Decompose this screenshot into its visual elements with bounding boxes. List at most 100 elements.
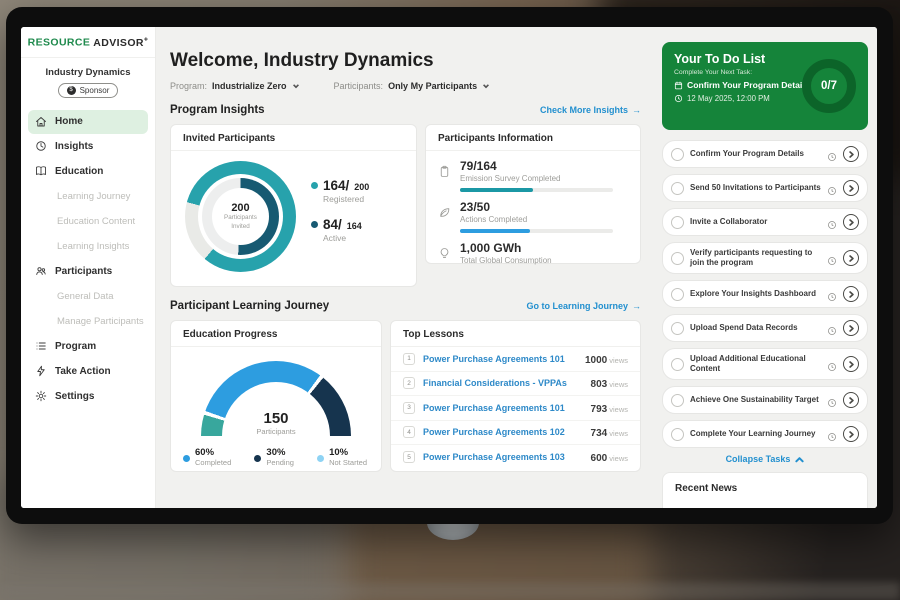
active-legend-item: 84/164 Active bbox=[311, 217, 369, 243]
task-checkbox[interactable] bbox=[671, 428, 684, 441]
sidebar-item-learning-journey[interactable]: Learning Journey bbox=[21, 184, 155, 209]
active-dot bbox=[311, 221, 318, 228]
monitor-screen: RESOURCE ADVISOR+ Industry Dynamics $ Sp… bbox=[21, 27, 877, 508]
emission-survey-row: 79/164 Emission Survey Completed bbox=[426, 151, 640, 192]
arrow-right-icon: → bbox=[632, 105, 641, 115]
top-lessons-title: Top Lessons bbox=[391, 321, 640, 347]
recent-news-title: Recent News bbox=[675, 483, 855, 494]
filters: Program: Industrialize Zero Participants… bbox=[170, 81, 641, 91]
chevron-down-icon bbox=[482, 82, 490, 90]
sidebar-item-home[interactable]: Home bbox=[28, 110, 148, 134]
home-icon bbox=[35, 116, 47, 128]
survey-icon bbox=[438, 165, 451, 178]
task-open-button[interactable] bbox=[843, 180, 859, 196]
check-more-insights-link[interactable]: Check More Insights→ bbox=[540, 105, 641, 115]
lesson-link[interactable]: Financial Considerations - VPPAs bbox=[423, 378, 583, 388]
task-open-button[interactable] bbox=[843, 286, 859, 302]
page-title: Welcome, Industry Dynamics bbox=[170, 50, 641, 72]
pending-dot bbox=[254, 455, 261, 462]
lesson-link[interactable]: Power Purchase Agreements 101 bbox=[423, 354, 577, 364]
lesson-link[interactable]: Power Purchase Agreements 103 bbox=[423, 452, 583, 462]
task-checkbox[interactable] bbox=[671, 288, 684, 301]
education-gauge-chart: 150 Participants bbox=[201, 361, 351, 436]
invited-participants-title: Invited Participants bbox=[171, 125, 416, 151]
task-checkbox[interactable] bbox=[671, 148, 684, 161]
org-name: Industry Dynamics bbox=[21, 67, 155, 78]
sidebar-item-general-data[interactable]: General Data bbox=[21, 284, 155, 309]
task-upload-educational-content[interactable]: Upload Additional Educational Content bbox=[662, 348, 868, 380]
recent-news-card: Recent News bbox=[662, 472, 868, 508]
task-open-button[interactable] bbox=[843, 146, 859, 162]
participants-information-card: Participants Information 79/164 Emission… bbox=[425, 124, 641, 264]
lesson-link[interactable]: Power Purchase Agreements 101 bbox=[423, 403, 583, 413]
sidebar-item-education-content[interactable]: Education Content bbox=[21, 209, 155, 234]
participants-filter[interactable]: Participants: Only My Participants bbox=[334, 81, 491, 91]
task-achieve-sustainability-target[interactable]: Achieve One Sustainability Target bbox=[662, 386, 868, 414]
collapse-tasks-link[interactable]: Collapse Tasks bbox=[662, 454, 868, 464]
rank-badge: 2 bbox=[403, 377, 415, 389]
task-upload-spend-data[interactable]: Upload Spend Data Records bbox=[662, 314, 868, 342]
lesson-row: 4 Power Purchase Agreements 102 734views bbox=[391, 421, 640, 446]
task-open-button[interactable] bbox=[843, 250, 859, 266]
consumption-row: 1,000 GWh Total Global Consumption bbox=[426, 233, 640, 265]
task-checkbox[interactable] bbox=[671, 216, 684, 229]
sidebar-item-learning-insights[interactable]: Learning Insights bbox=[21, 234, 155, 259]
sponsor-coin-icon: $ bbox=[67, 86, 76, 95]
task-open-button[interactable] bbox=[843, 320, 859, 336]
emission-progress-bar bbox=[460, 188, 613, 192]
go-to-learning-journey-link[interactable]: Go to Learning Journey→ bbox=[526, 301, 641, 311]
sidebar-item-insights[interactable]: Insights bbox=[21, 134, 155, 159]
task-send-invitations[interactable]: Send 50 Invitations to Participants bbox=[662, 174, 868, 202]
task-explore-insights[interactable]: Explore Your Insights Dashboard bbox=[662, 280, 868, 308]
invited-donut-chart: 200 ParticipantsInvited bbox=[185, 161, 296, 272]
education-legend: 60%Completed 30%Pending 10%Not Started bbox=[171, 436, 381, 467]
sidebar-item-settings[interactable]: Settings bbox=[21, 384, 155, 409]
task-invite-collaborator[interactable]: Invite a Collaborator bbox=[662, 208, 868, 236]
task-verify-participants[interactable]: Verify participants requesting to join t… bbox=[662, 242, 868, 274]
task-confirm-program-details[interactable]: Confirm Your Program Details bbox=[662, 140, 868, 168]
program-filter[interactable]: Program: Industrialize Zero bbox=[170, 81, 300, 91]
main-content: Welcome, Industry Dynamics Program: Indu… bbox=[156, 27, 653, 508]
deadline-icon bbox=[827, 289, 837, 299]
chevron-up-icon bbox=[795, 455, 804, 464]
sidebar: RESOURCE ADVISOR+ Industry Dynamics $ Sp… bbox=[21, 27, 156, 508]
task-checkbox[interactable] bbox=[671, 394, 684, 407]
arrow-right-icon: → bbox=[632, 301, 641, 311]
task-open-button[interactable] bbox=[843, 392, 859, 408]
invited-participants-card: Invited Participants 200 ParticipantsInv… bbox=[170, 124, 417, 287]
rank-badge: 4 bbox=[403, 426, 415, 438]
insights-icon bbox=[35, 140, 47, 152]
sidebar-item-take-action[interactable]: Take Action bbox=[21, 359, 155, 384]
todo-column: Your To Do List Complete Your Next Task:… bbox=[653, 27, 877, 508]
invited-legend: 164/200 Registered 84/164 Active bbox=[311, 178, 369, 256]
education-progress-title: Education Progress bbox=[171, 321, 381, 347]
lesson-link[interactable]: Power Purchase Agreements 102 bbox=[423, 427, 583, 437]
task-complete-learning-journey[interactable]: Complete Your Learning Journey bbox=[662, 420, 868, 448]
task-open-button[interactable] bbox=[843, 426, 859, 442]
gauge-center-label: 150 Participants bbox=[201, 411, 351, 436]
deadline-icon bbox=[827, 359, 837, 369]
task-open-button[interactable] bbox=[843, 356, 859, 372]
deadline-icon bbox=[827, 395, 837, 405]
program-insights-title: Program Insights bbox=[170, 104, 265, 116]
registered-legend-item: 164/200 Registered bbox=[311, 178, 369, 204]
sidebar-item-manage-participants[interactable]: Manage Participants bbox=[21, 309, 155, 334]
rank-badge: 1 bbox=[403, 353, 415, 365]
sidebar-item-education[interactable]: Education bbox=[21, 159, 155, 184]
sidebar-item-participants[interactable]: Participants bbox=[21, 259, 155, 284]
lesson-row: 3 Power Purchase Agreements 101 793views bbox=[391, 396, 640, 421]
participants-information-title: Participants Information bbox=[426, 125, 640, 151]
app-logo: RESOURCE ADVISOR+ bbox=[21, 36, 155, 58]
legend-pending: 30%Pending bbox=[254, 447, 294, 467]
lesson-row: 1 Power Purchase Agreements 101 1000view… bbox=[391, 347, 640, 372]
deadline-icon bbox=[827, 149, 837, 159]
task-checkbox[interactable] bbox=[671, 358, 684, 371]
actions-completed-row: 23/50 Actions Completed bbox=[426, 192, 640, 233]
task-checkbox[interactable] bbox=[671, 322, 684, 335]
task-checkbox[interactable] bbox=[671, 252, 684, 265]
sidebar-nav: Home Insights Education Learning Journey… bbox=[21, 110, 155, 409]
task-checkbox[interactable] bbox=[671, 182, 684, 195]
task-open-button[interactable] bbox=[843, 214, 859, 230]
sidebar-item-program[interactable]: Program bbox=[21, 334, 155, 359]
top-lessons-card: Top Lessons 1 Power Purchase Agreements … bbox=[390, 320, 641, 472]
